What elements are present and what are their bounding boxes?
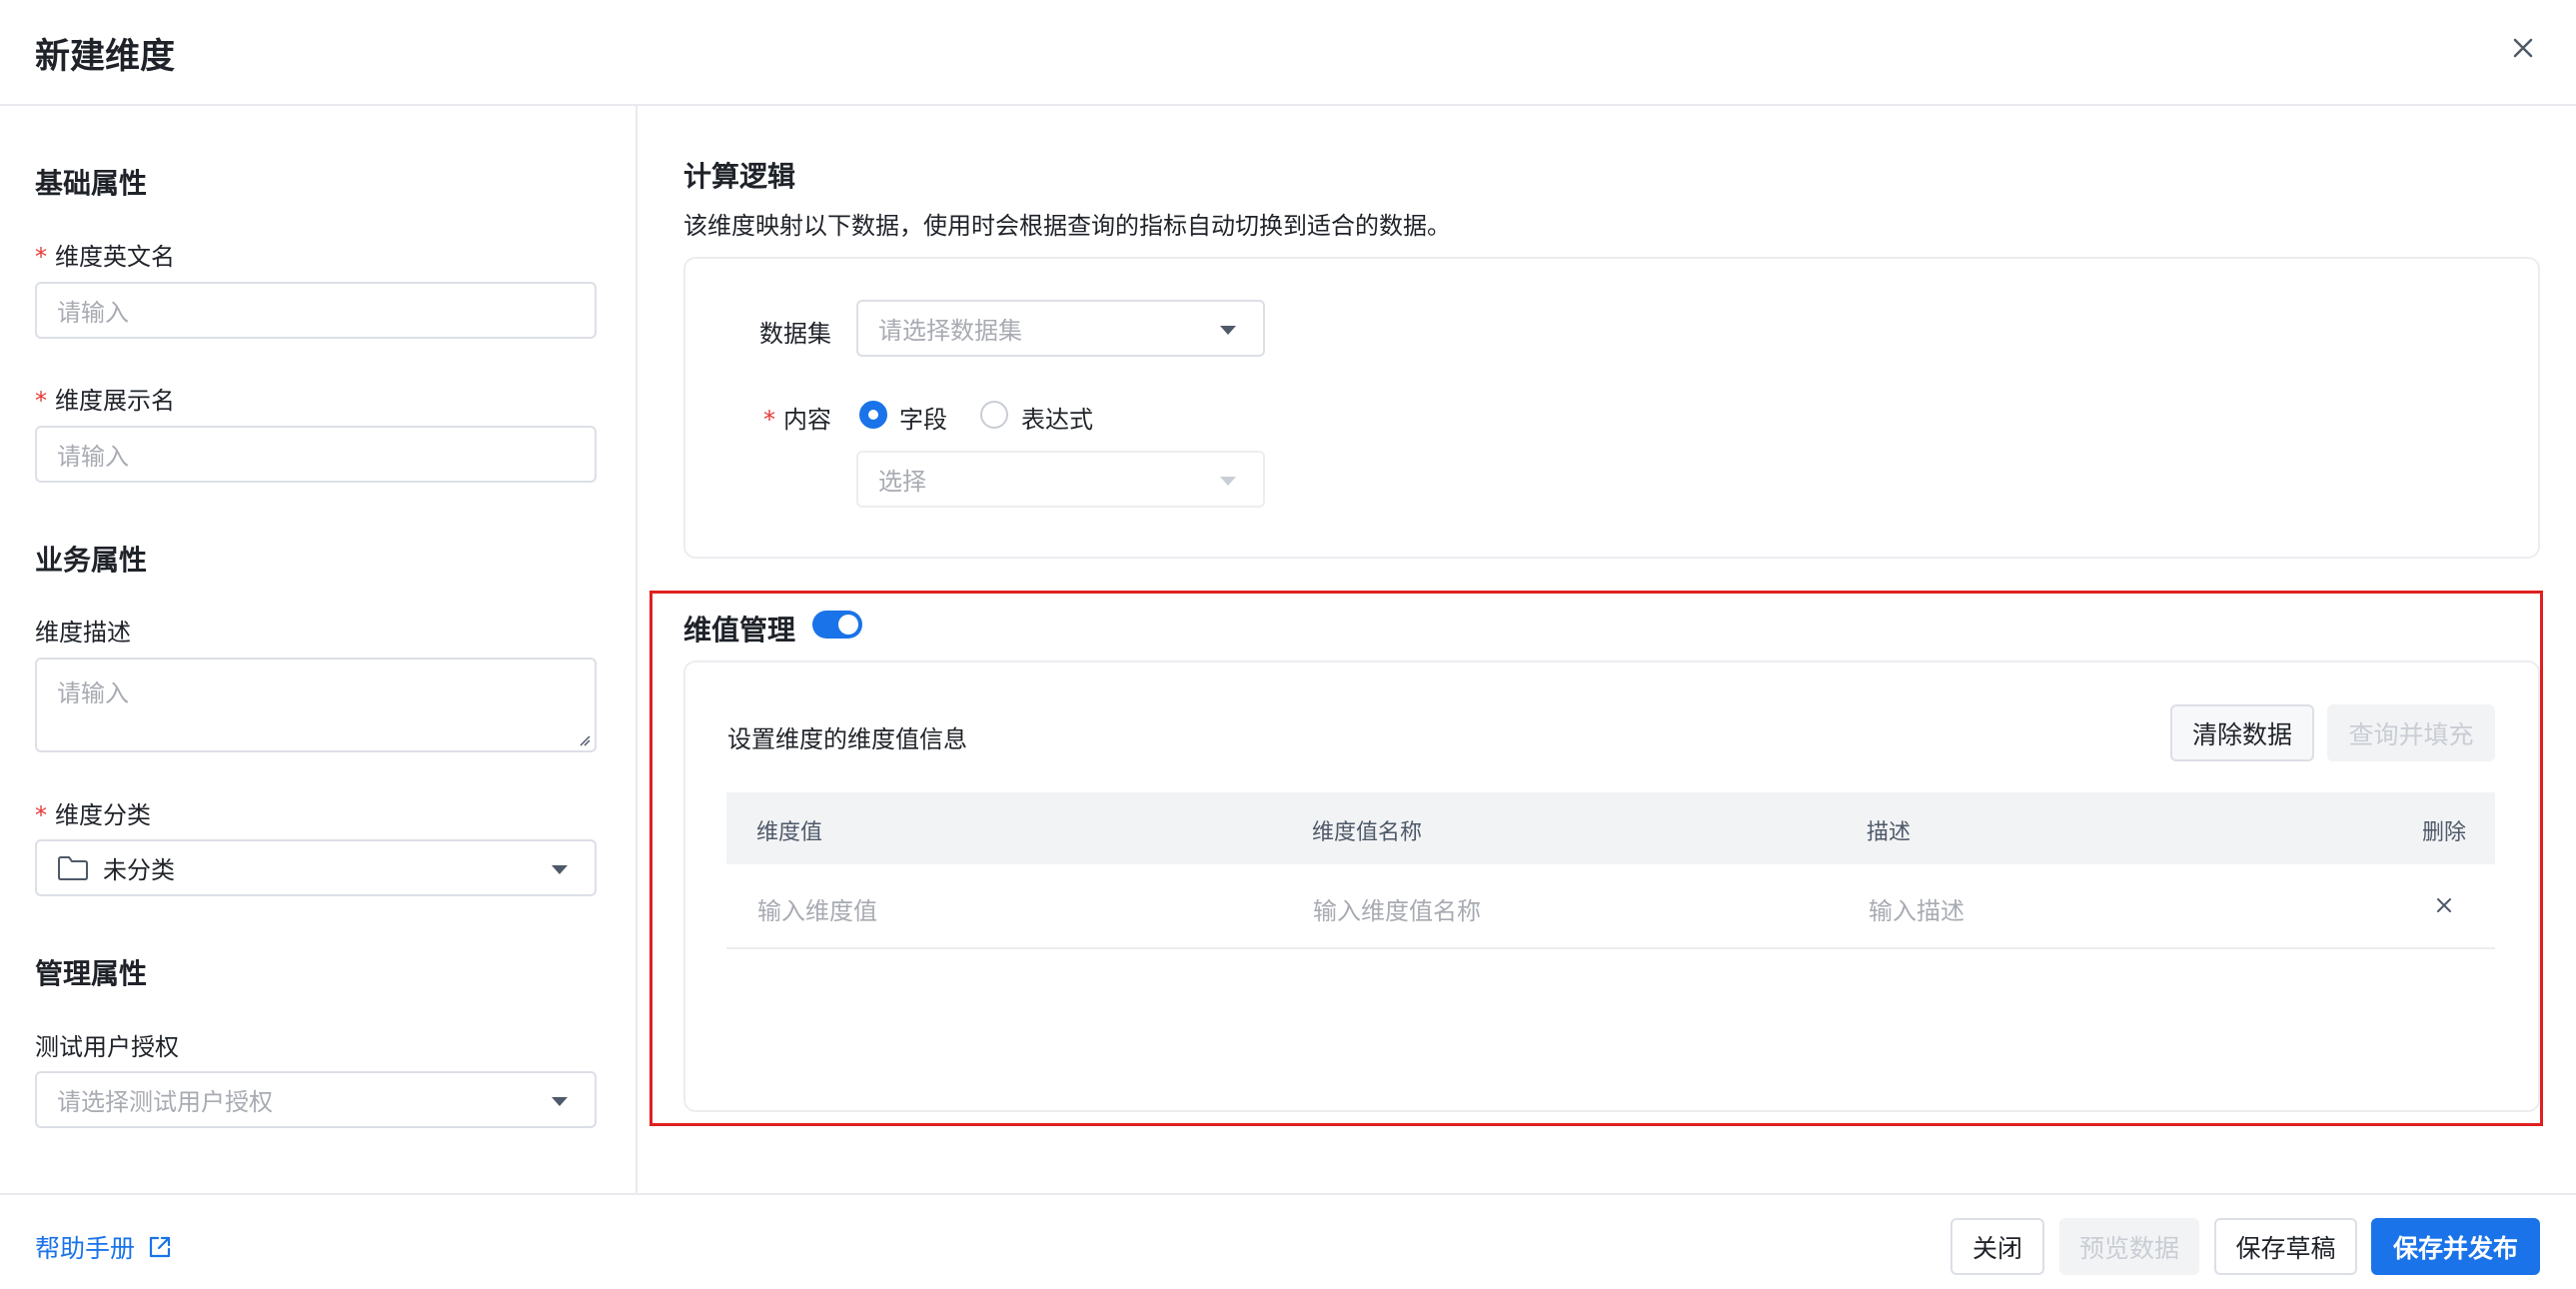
- help-manual-link[interactable]: 帮助手册: [35, 1229, 173, 1265]
- display-name-input[interactable]: 请输入: [35, 426, 597, 483]
- table-header: [726, 792, 2495, 864]
- auth-select[interactable]: 请选择测试用户授权: [35, 1071, 597, 1128]
- query-fill-button[interactable]: 查询并填充: [2327, 704, 2495, 761]
- display-name-label: * 维度展示名: [35, 387, 175, 415]
- column-header: 维度值名称: [1312, 820, 1423, 845]
- column-header: 描述: [1867, 820, 1912, 845]
- chevron-down-icon: [552, 1097, 568, 1106]
- basic-section-title: 基础属性: [35, 167, 148, 200]
- dim-values-info: 设置维度的维度值信息: [727, 725, 967, 753]
- resize-handle-icon[interactable]: [579, 734, 591, 746]
- save-publish-button[interactable]: 保存并发布: [2371, 1218, 2540, 1275]
- radio-field-label: 字段: [899, 406, 947, 434]
- dataset-label: 数据集: [759, 320, 831, 348]
- toggle-knob: [838, 615, 858, 635]
- dim-value-input[interactable]: 输入维度值: [757, 891, 877, 926]
- preview-data-button[interactable]: 预览数据: [2059, 1218, 2199, 1275]
- dim-value-name-input[interactable]: 输入维度值名称: [1313, 891, 1481, 926]
- external-link-icon: [149, 1236, 171, 1258]
- column-header: 维度值: [756, 820, 823, 845]
- dim-desc-input[interactable]: 输入描述: [1869, 891, 1964, 926]
- save-draft-button[interactable]: 保存草稿: [2214, 1218, 2357, 1275]
- radio-expression-label: 表达式: [1021, 406, 1093, 434]
- business-section-title: 业务属性: [35, 544, 148, 577]
- dim-values-toggle[interactable]: [812, 611, 862, 639]
- folder-icon: [58, 855, 88, 880]
- desc-textarea[interactable]: 请输入: [35, 657, 597, 752]
- radio-expression[interactable]: [980, 401, 1008, 429]
- close-icon[interactable]: [2503, 28, 2543, 68]
- category-label: * 维度分类: [35, 801, 151, 829]
- logic-section-title: 计算逻辑: [683, 160, 796, 193]
- radio-field[interactable]: [859, 401, 887, 429]
- field-select[interactable]: 选择: [856, 451, 1265, 508]
- dataset-select[interactable]: 请选择数据集: [856, 300, 1265, 357]
- delete-row-icon[interactable]: [2430, 891, 2458, 919]
- chevron-down-icon: [552, 865, 568, 874]
- close-button[interactable]: 关闭: [1950, 1218, 2044, 1275]
- table-row: [726, 864, 2495, 949]
- dialog-header: [0, 0, 2576, 106]
- logic-description: 该维度映射以下数据，使用时会根据查询的指标自动切换到适合的数据。: [683, 212, 1451, 240]
- column-header: 删除: [2422, 820, 2467, 845]
- en-name-label: * 维度英文名: [35, 243, 175, 271]
- dialog-title: 新建维度: [35, 37, 176, 77]
- chevron-down-icon: [1220, 326, 1236, 335]
- manage-section-title: 管理属性: [35, 957, 148, 990]
- dim-values-title: 维值管理: [683, 614, 796, 646]
- category-select[interactable]: 未分类: [35, 839, 597, 896]
- content-label: * 内容: [763, 406, 831, 434]
- auth-label: 测试用户授权: [35, 1033, 179, 1061]
- desc-label: 维度描述: [35, 619, 131, 646]
- en-name-input[interactable]: 请输入: [35, 282, 597, 339]
- chevron-down-icon: [1220, 477, 1236, 486]
- clear-data-button[interactable]: 清除数据: [2170, 704, 2314, 761]
